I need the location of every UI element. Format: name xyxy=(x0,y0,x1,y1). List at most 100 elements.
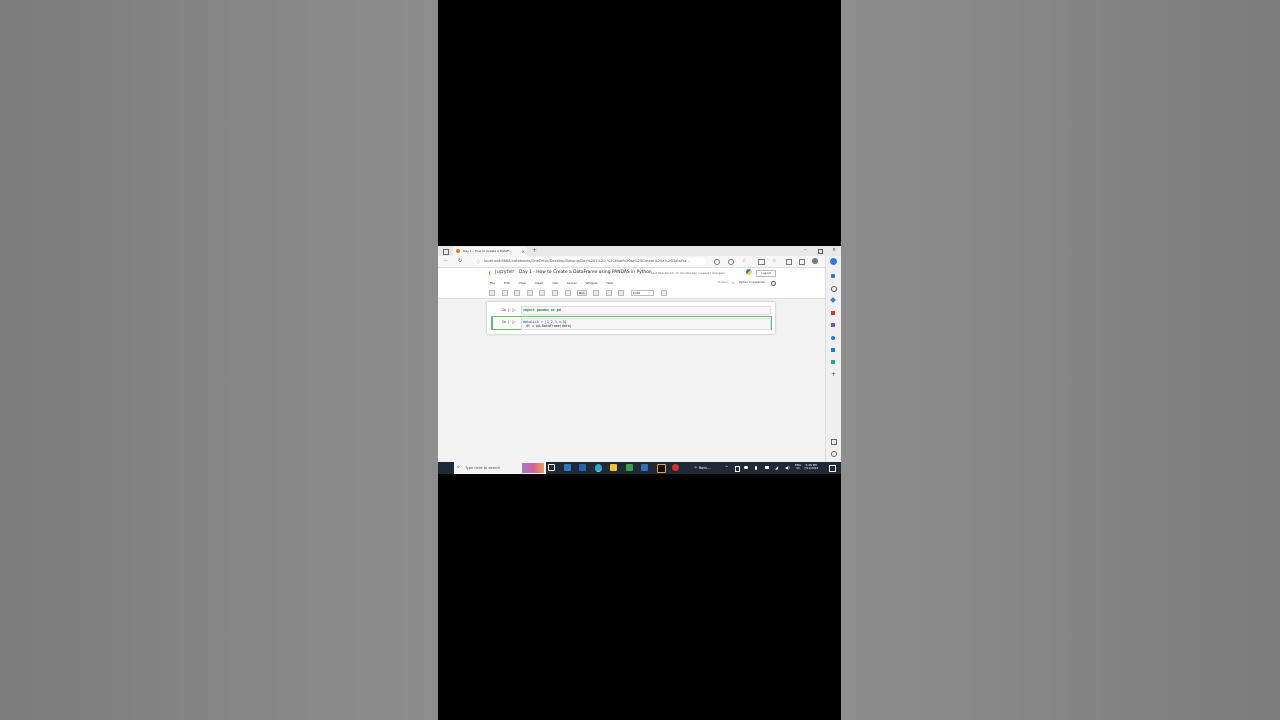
office-icon[interactable] xyxy=(831,336,835,340)
microphone-icon[interactable] xyxy=(755,466,757,470)
restart-icon[interactable] xyxy=(605,289,612,296)
cell-type-value: Code xyxy=(632,290,641,295)
network-icon[interactable]: ◢ xyxy=(775,465,778,470)
search-highlight-image xyxy=(522,463,544,473)
new-tab-button[interactable]: + xyxy=(532,247,537,255)
interrupt-icon[interactable] xyxy=(593,289,600,296)
shopping-tag-icon[interactable] xyxy=(830,297,836,303)
jupyter-toolbar: Run Code xyxy=(489,289,668,296)
lang-line2: IN xyxy=(796,466,800,471)
bing-chat-icon[interactable] xyxy=(830,258,837,265)
favorites-icon[interactable]: ☆ xyxy=(772,259,776,264)
notebook-container: In [ ]: import pandas as pd In [ ]: data… xyxy=(487,302,775,334)
games-icon[interactable] xyxy=(831,323,835,327)
cut-icon[interactable] xyxy=(514,289,521,296)
refresh-icon[interactable]: ↻ xyxy=(458,258,462,264)
jupyter-favicon-icon xyxy=(456,249,460,253)
desktop-screen: Day 1 - How to Create a DataFr... × + – … xyxy=(438,246,841,474)
browser-toolbar-icons: ☆ ☆ xyxy=(714,258,824,265)
windows-start-icon[interactable] xyxy=(443,465,449,471)
menu-cell[interactable]: Cell xyxy=(552,281,558,285)
logout-button[interactable]: Logout xyxy=(756,270,776,277)
mail-icon[interactable] xyxy=(564,464,571,471)
cell-type-select[interactable]: Code xyxy=(630,289,654,296)
search-icon: ⌕ xyxy=(457,464,460,470)
clock[interactable]: 5:48 PM 7/11/2023 xyxy=(804,463,819,472)
url-text: localhost:8888/notebooks/OneDrive/Deskto… xyxy=(484,259,690,263)
store-icon[interactable] xyxy=(626,464,633,471)
battery-icon[interactable] xyxy=(735,466,740,472)
task-view-icon[interactable] xyxy=(548,464,555,471)
file-explorer-icon[interactable] xyxy=(610,464,617,471)
edge-icon[interactable] xyxy=(595,464,602,472)
paste-icon[interactable] xyxy=(539,289,546,296)
terminal-icon[interactable] xyxy=(657,464,666,473)
python-logo-icon xyxy=(746,269,752,275)
favorite-star-icon[interactable]: ☆ xyxy=(742,259,746,264)
profile-avatar-icon[interactable] xyxy=(812,258,818,264)
outlook-icon[interactable] xyxy=(831,348,835,352)
tab-title: Day 1 - How to Create a DataFr... xyxy=(463,249,513,253)
kernel-status-icon xyxy=(771,281,776,286)
run-button[interactable]: Run xyxy=(577,289,587,296)
notification-center-icon[interactable] xyxy=(829,465,836,472)
hide-sidebar-icon[interactable] xyxy=(831,439,837,445)
split-screen-icon[interactable] xyxy=(758,259,765,265)
collections-icon[interactable] xyxy=(786,259,792,265)
onedrive-icon[interactable] xyxy=(744,466,748,469)
close-tab-icon[interactable]: × xyxy=(522,247,525,256)
camera-icon[interactable] xyxy=(765,466,769,469)
drop-icon[interactable] xyxy=(831,360,835,364)
weather-icon: ☂ xyxy=(694,465,698,470)
save-icon[interactable] xyxy=(489,289,495,296)
copy-icon[interactable] xyxy=(526,289,533,296)
chrome-icon[interactable] xyxy=(672,464,679,471)
extensions-icon[interactable] xyxy=(799,259,805,265)
move-up-icon[interactable] xyxy=(551,289,558,296)
add-sidebar-app-icon[interactable]: + xyxy=(831,371,836,378)
edge-sidebar: + xyxy=(825,256,841,462)
browser-titlebar: Day 1 - How to Create a DataFr... × + – … xyxy=(438,246,841,256)
cell-2-prompt: In [ ]: xyxy=(502,320,516,324)
command-palette-icon[interactable] xyxy=(660,289,667,296)
video-background-left xyxy=(0,0,438,720)
vscode-icon[interactable] xyxy=(579,464,586,471)
clock-date: 7/11/2023 xyxy=(804,466,819,471)
menu-file[interactable]: File xyxy=(490,281,495,285)
app-icon-blue[interactable] xyxy=(641,464,648,471)
restart-run-all-icon[interactable] xyxy=(618,289,625,296)
jupyter-logo-text[interactable]: jupyter xyxy=(495,269,515,275)
notifications-icon[interactable] xyxy=(831,274,835,278)
jupyter-header: jupyter Day 1 - How to Create a DataFram… xyxy=(438,268,825,299)
maximize-icon[interactable] xyxy=(818,249,823,254)
checkpoint-status: Last Checkpoint: 13 minutes ago (unsaved… xyxy=(651,271,725,275)
minimize-icon[interactable]: – xyxy=(804,247,807,253)
taskbar-search-box[interactable]: ⌕ Type here to search xyxy=(454,462,546,474)
input-language[interactable]: ENG IN xyxy=(795,463,801,472)
url-field[interactable]: ⓘ localhost:8888/notebooks/OneDrive/Desk… xyxy=(474,258,706,265)
insert-cell-icon[interactable] xyxy=(501,289,508,296)
weather-label: Rain... xyxy=(698,465,711,470)
search-placeholder: Type here to search xyxy=(465,465,501,470)
tab-actions-icon[interactable] xyxy=(443,249,449,255)
show-hidden-icons[interactable]: ^ xyxy=(725,465,728,470)
browser-tab[interactable]: Day 1 - How to Create a DataFr... × xyxy=(453,247,527,256)
sidebar-settings-icon[interactable] xyxy=(831,451,837,457)
read-aloud-icon[interactable] xyxy=(714,259,720,265)
volume-icon[interactable]: ◀) xyxy=(785,465,790,470)
edit-pencil-icon[interactable]: ✎ xyxy=(732,281,735,285)
jupyter-logo-icon xyxy=(489,270,494,276)
weather-widget[interactable]: ☂ Rain... xyxy=(694,465,711,470)
notebook-title[interactable]: Day 1 - How to Create a DataFrame using … xyxy=(519,270,652,275)
run-label: Run xyxy=(579,290,585,295)
code-cell-1[interactable]: import pandas as pd xyxy=(521,306,771,315)
back-icon[interactable]: ← xyxy=(444,258,448,264)
move-down-icon[interactable] xyxy=(564,289,571,296)
sidebar-search-icon[interactable] xyxy=(831,286,837,292)
code-cell-2[interactable]: dataList = [1,2,3,4,5] df = pd.DataFrame… xyxy=(521,318,771,330)
zoom-icon[interactable] xyxy=(728,259,734,265)
trusted-indicator[interactable]: Trusted xyxy=(718,281,728,284)
close-window-icon[interactable]: × xyxy=(832,247,836,253)
tools-icon[interactable] xyxy=(831,311,835,315)
cell-2-line2: df = pd.DataFrame(data) xyxy=(526,324,572,328)
